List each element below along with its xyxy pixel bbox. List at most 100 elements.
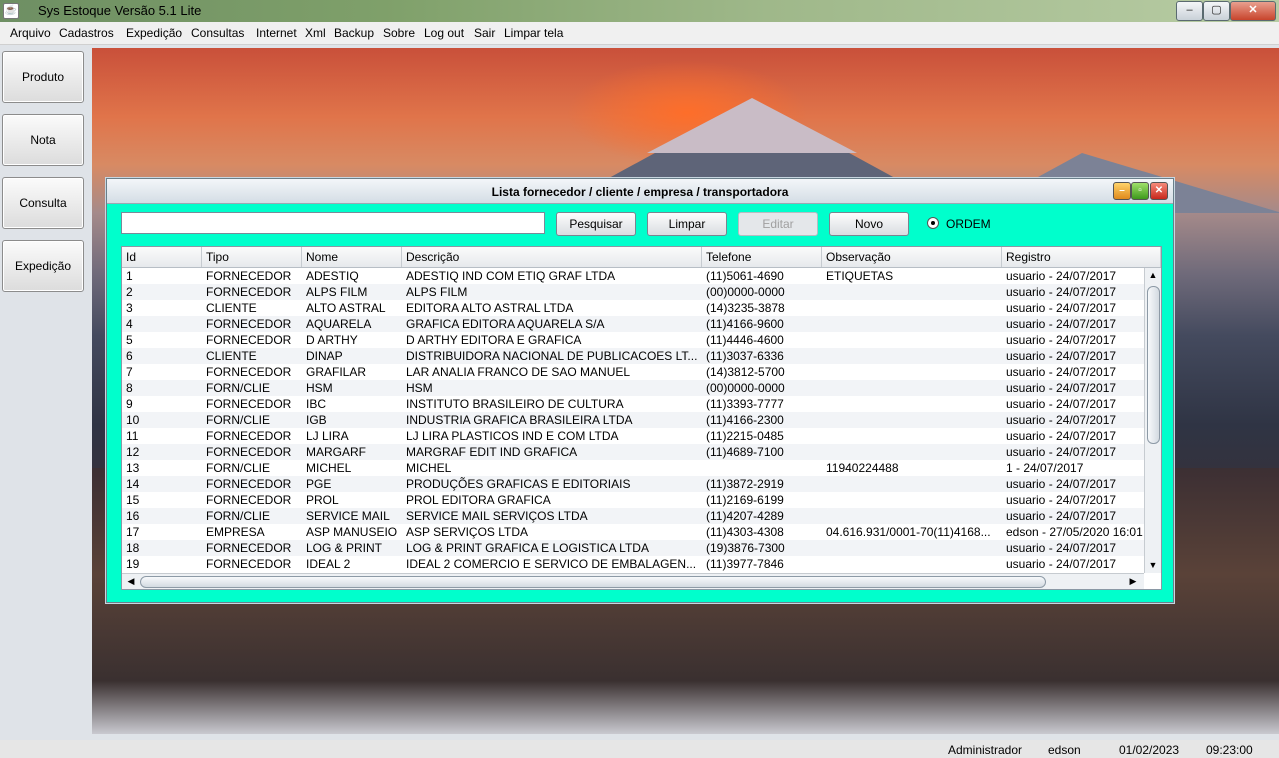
- produto-button[interactable]: Produto: [2, 51, 84, 103]
- menu-sair[interactable]: Sair: [474, 26, 495, 40]
- cell-descricao[interactable]: IDEAL 2 COMERCIO E SERVICO DE EMBALAGEN.…: [402, 556, 702, 572]
- table-row[interactable]: 6 CLIENTE DINAP DISTRIBUIDORA NACIONAL DE P…: [122, 348, 1144, 364]
- table-row[interactable]: 3 CLIENTE ALTO ASTRAL EDITORA ALTO ASTRAL L…: [122, 300, 1144, 316]
- cell-telefone[interactable]: (11)2215-0485: [702, 428, 822, 444]
- cell-observacao[interactable]: [822, 412, 1002, 428]
- cell-descricao[interactable]: PRODUÇÕES GRAFICAS E EDITORIAIS: [402, 476, 702, 492]
- cell-nome[interactable]: IDEAL 2: [302, 556, 402, 572]
- ordem-radio[interactable]: [927, 217, 939, 229]
- cell-nome[interactable]: D ARTHY: [302, 332, 402, 348]
- cell-registro[interactable]: usuario - 24/07/2017: [1002, 556, 1144, 572]
- cell-nome[interactable]: MARGARF: [302, 444, 402, 460]
- cell-nome[interactable]: AQUARELA: [302, 316, 402, 332]
- table-row[interactable]: 15 FORNECEDOR PROL PROL EDITORA GRAFICA (11)…: [122, 492, 1144, 508]
- cell-telefone[interactable]: (00)0000-0000: [702, 284, 822, 300]
- menu-log-out[interactable]: Log out: [424, 26, 464, 40]
- menu-expedicao[interactable]: Expedição: [126, 26, 182, 40]
- column-header-registro[interactable]: Registro: [1002, 247, 1161, 267]
- cell-registro[interactable]: usuario - 24/07/2017: [1002, 540, 1144, 556]
- cell-telefone[interactable]: (19)3876-7300: [702, 540, 822, 556]
- column-header-id[interactable]: Id: [122, 247, 202, 267]
- editar-button[interactable]: Editar: [738, 212, 818, 236]
- scroll-up-arrow-icon[interactable]: ▲: [1145, 268, 1161, 282]
- cell-registro[interactable]: usuario - 24/07/2017: [1002, 268, 1144, 284]
- cell-telefone[interactable]: (00)0000-0000: [702, 380, 822, 396]
- ordem-radio-label[interactable]: ORDEM: [946, 217, 991, 231]
- table-row[interactable]: 11 FORNECEDOR LJ LIRA LJ LIRA PLASTICOS IND…: [122, 428, 1144, 444]
- cell-registro[interactable]: edson - 27/05/2020 16:01: [1002, 524, 1144, 540]
- column-header-telefone[interactable]: Telefone: [702, 247, 822, 267]
- cell-id[interactable]: 9: [122, 396, 202, 412]
- table-row[interactable]: 19 FORNECEDOR IDEAL 2 IDEAL 2 COMERCIO E SE…: [122, 556, 1144, 572]
- minimize-button[interactable]: –: [1176, 1, 1203, 21]
- cell-descricao[interactable]: LOG & PRINT GRAFICA E LOGISTICA LTDA: [402, 540, 702, 556]
- novo-button[interactable]: Novo: [829, 212, 909, 236]
- cell-tipo[interactable]: FORNECEDOR: [202, 540, 302, 556]
- cell-registro[interactable]: usuario - 24/07/2017: [1002, 348, 1144, 364]
- cell-telefone[interactable]: (14)3812-5700: [702, 364, 822, 380]
- cell-telefone[interactable]: (11)3977-7846: [702, 556, 822, 572]
- cell-tipo[interactable]: FORN/CLIE: [202, 380, 302, 396]
- cell-registro[interactable]: usuario - 24/07/2017: [1002, 316, 1144, 332]
- cell-registro[interactable]: usuario - 24/07/2017: [1002, 364, 1144, 380]
- table-row[interactable]: 2 FORNECEDOR ALPS FILM ALPS FILM (00)0000-00…: [122, 284, 1144, 300]
- cell-tipo[interactable]: FORNECEDOR: [202, 476, 302, 492]
- cell-nome[interactable]: IGB: [302, 412, 402, 428]
- cell-id[interactable]: 10: [122, 412, 202, 428]
- menu-xml[interactable]: Xml: [305, 26, 326, 40]
- cell-tipo[interactable]: FORNECEDOR: [202, 364, 302, 380]
- cell-telefone[interactable]: (11)4446-4600: [702, 332, 822, 348]
- cell-tipo[interactable]: FORNECEDOR: [202, 444, 302, 460]
- cell-observacao[interactable]: [822, 444, 1002, 460]
- table-row[interactable]: 13 FORN/CLIE MICHEL MICHEL 11940224488 1 - 24…: [122, 460, 1144, 476]
- cell-telefone[interactable]: (11)4166-9600: [702, 316, 822, 332]
- cell-telefone[interactable]: (11)2169-6199: [702, 492, 822, 508]
- table-row[interactable]: 9 FORNECEDOR IBC INSTITUTO BRASILEIRO DE CU…: [122, 396, 1144, 412]
- cell-descricao[interactable]: SERVICE MAIL SERVIÇOS LTDA: [402, 508, 702, 524]
- horizontal-scrollbar[interactable]: ◀ ▶: [122, 573, 1144, 589]
- cell-tipo[interactable]: FORNECEDOR: [202, 492, 302, 508]
- menu-cadastros[interactable]: Cadastros: [59, 26, 114, 40]
- cell-registro[interactable]: usuario - 24/07/2017: [1002, 332, 1144, 348]
- menu-internet[interactable]: Internet: [256, 26, 297, 40]
- cell-nome[interactable]: MICHEL: [302, 460, 402, 476]
- consulta-button[interactable]: Consulta: [2, 177, 84, 229]
- cell-nome[interactable]: SERVICE MAIL: [302, 508, 402, 524]
- cell-tipo[interactable]: FORNECEDOR: [202, 428, 302, 444]
- pesquisar-button[interactable]: Pesquisar: [556, 212, 636, 236]
- cell-observacao[interactable]: [822, 332, 1002, 348]
- cell-nome[interactable]: HSM: [302, 380, 402, 396]
- column-header-descricao[interactable]: Descrição: [402, 247, 702, 267]
- column-header-tipo[interactable]: Tipo: [202, 247, 302, 267]
- cell-id[interactable]: 14: [122, 476, 202, 492]
- cell-descricao[interactable]: D ARTHY EDITORA E GRAFICA: [402, 332, 702, 348]
- cell-id[interactable]: 3: [122, 300, 202, 316]
- column-header-observacao[interactable]: Observação: [822, 247, 1002, 267]
- cell-tipo[interactable]: FORNECEDOR: [202, 284, 302, 300]
- cell-nome[interactable]: ADESTIQ: [302, 268, 402, 284]
- limpar-button[interactable]: Limpar: [647, 212, 727, 236]
- cell-descricao[interactable]: PROL EDITORA GRAFICA: [402, 492, 702, 508]
- vertical-scroll-thumb[interactable]: [1147, 286, 1160, 444]
- cell-nome[interactable]: LJ LIRA: [302, 428, 402, 444]
- cell-registro[interactable]: usuario - 24/07/2017: [1002, 492, 1144, 508]
- cell-observacao[interactable]: 04.616.931/0001-70(11)4168...: [822, 524, 1002, 540]
- cell-descricao[interactable]: INSTITUTO BRASILEIRO DE CULTURA: [402, 396, 702, 412]
- table-row[interactable]: 4 FORNECEDOR AQUARELA GRAFICA EDITORA AQUAR…: [122, 316, 1144, 332]
- cell-id[interactable]: 8: [122, 380, 202, 396]
- menu-consultas[interactable]: Consultas: [191, 26, 244, 40]
- cell-telefone[interactable]: (11)5061-4690: [702, 268, 822, 284]
- table-row[interactable]: 5 FORNECEDOR D ARTHY D ARTHY EDITORA E GRAF…: [122, 332, 1144, 348]
- cell-descricao[interactable]: LJ LIRA PLASTICOS IND E COM LTDA: [402, 428, 702, 444]
- cell-observacao[interactable]: [822, 300, 1002, 316]
- table-row[interactable]: 12 FORNECEDOR MARGARF MARGRAF EDIT IND GRAF…: [122, 444, 1144, 460]
- cell-observacao[interactable]: [822, 316, 1002, 332]
- cell-id[interactable]: 4: [122, 316, 202, 332]
- cell-telefone[interactable]: (11)4303-4308: [702, 524, 822, 540]
- table-row[interactable]: 16 FORN/CLIE SERVICE MAIL SERVICE MAIL SERV…: [122, 508, 1144, 524]
- cell-tipo[interactable]: FORNECEDOR: [202, 396, 302, 412]
- table-row[interactable]: 14 FORNECEDOR PGE PRODUÇÕES GRAFICAS E EDIT…: [122, 476, 1144, 492]
- cell-observacao[interactable]: [822, 364, 1002, 380]
- cell-id[interactable]: 19: [122, 556, 202, 572]
- cell-telefone[interactable]: (14)3235-3878: [702, 300, 822, 316]
